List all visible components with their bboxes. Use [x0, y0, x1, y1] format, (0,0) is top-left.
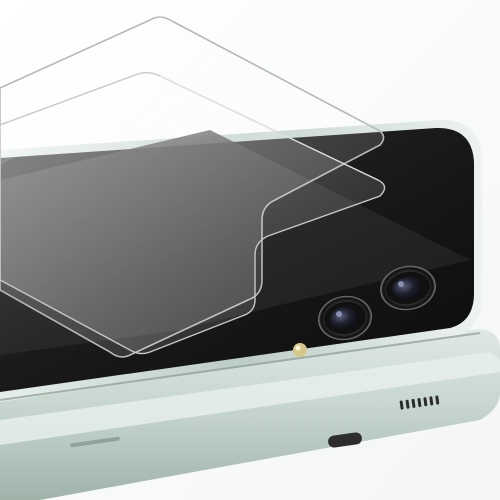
- product-photo-scene: [0, 0, 500, 500]
- led-flash: [293, 343, 307, 357]
